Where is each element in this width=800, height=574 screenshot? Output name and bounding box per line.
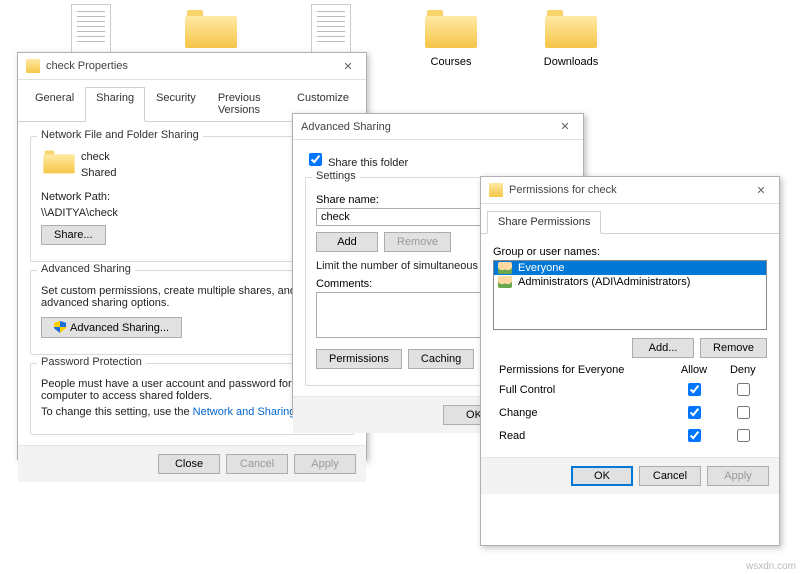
group-title: Advanced Sharing: [37, 263, 135, 275]
tab-security[interactable]: Security: [145, 87, 207, 122]
close-icon[interactable]: ✕: [338, 60, 358, 73]
folder-icon: [41, 147, 73, 179]
list-item[interactable]: Everyone: [494, 261, 766, 275]
remove-button[interactable]: Remove: [700, 338, 767, 358]
allow-read[interactable]: [688, 429, 701, 442]
shield-icon: [54, 321, 66, 333]
watermark: wsxdn.com: [746, 561, 796, 572]
remove-button[interactable]: Remove: [384, 232, 451, 252]
permissions-window: Permissions for check ✕ Share Permission…: [480, 176, 780, 546]
folder-name: check: [81, 151, 116, 163]
tab-share-permissions[interactable]: Share Permissions: [487, 211, 601, 234]
permissions-button[interactable]: Permissions: [316, 349, 402, 369]
share-button[interactable]: Share...: [41, 225, 106, 245]
window-title: Advanced Sharing: [301, 121, 555, 133]
icon-label: Downloads: [534, 56, 608, 68]
apply-button[interactable]: Apply: [707, 466, 769, 486]
dialog-buttons: OK Cancel Apply: [481, 457, 779, 494]
table-row: Change: [493, 401, 767, 424]
advanced-sharing-button[interactable]: Advanced Sharing...: [41, 317, 182, 338]
deny-read[interactable]: [737, 429, 750, 442]
titlebar[interactable]: check Properties ✕: [18, 53, 366, 80]
close-icon[interactable]: ✕: [751, 184, 771, 197]
deny-header: Deny: [719, 362, 767, 378]
group-title: Password Protection: [37, 356, 146, 368]
share-folder-checkbox[interactable]: Share this folder: [305, 157, 408, 169]
group-names-label: Group or user names:: [493, 246, 767, 258]
group-title: Network File and Folder Sharing: [37, 129, 203, 141]
allow-change[interactable]: [688, 406, 701, 419]
permissions-table: Permissions for EveryoneAllowDeny Full C…: [493, 362, 767, 447]
dialog-buttons: Close Cancel Apply: [18, 445, 366, 482]
add-button[interactable]: Add...: [632, 338, 694, 358]
icon-label: Courses: [414, 56, 488, 68]
folder-icon: [26, 59, 40, 73]
tab-general[interactable]: General: [24, 87, 85, 122]
titlebar[interactable]: Permissions for check ✕: [481, 177, 779, 204]
allow-full-control[interactable]: [688, 383, 701, 396]
window-title: check Properties: [46, 60, 338, 72]
folder-status: Shared: [81, 167, 116, 179]
close-icon[interactable]: ✕: [555, 120, 575, 133]
ok-button[interactable]: OK: [571, 466, 633, 486]
table-row: Full Control: [493, 378, 767, 401]
folder-icon: [421, 4, 481, 52]
close-button[interactable]: Close: [158, 454, 220, 474]
users-icon: [498, 276, 512, 288]
window-title: Permissions for check: [509, 184, 751, 196]
apply-button[interactable]: Apply: [294, 454, 356, 474]
tab-previous-versions[interactable]: Previous Versions: [207, 87, 286, 122]
folder-icon: [181, 4, 241, 52]
titlebar[interactable]: Advanced Sharing ✕: [293, 114, 583, 140]
folder-icon: [489, 183, 503, 197]
desktop-item[interactable]: Courses: [414, 4, 488, 68]
permissions-panel: Group or user names: Everyone Administra…: [481, 234, 779, 457]
document-icon: [71, 4, 111, 54]
caching-button[interactable]: Caching: [408, 349, 474, 369]
table-row: Read: [493, 424, 767, 447]
tab-strip: Share Permissions: [481, 204, 779, 234]
user-list[interactable]: Everyone Administrators (ADI\Administrat…: [493, 260, 767, 330]
group-title: Settings: [312, 170, 360, 182]
folder-icon: [541, 4, 601, 52]
allow-header: Allow: [669, 362, 718, 378]
users-icon: [498, 262, 512, 274]
add-button[interactable]: Add: [316, 232, 378, 252]
list-item[interactable]: Administrators (ADI\Administrators): [494, 275, 766, 289]
deny-full-control[interactable]: [737, 383, 750, 396]
tab-sharing[interactable]: Sharing: [85, 87, 145, 122]
desktop-item[interactable]: Downloads: [534, 4, 608, 68]
permissions-for-label: Permissions for Everyone: [493, 362, 669, 378]
cancel-button[interactable]: Cancel: [226, 454, 288, 474]
document-icon: [311, 4, 351, 54]
deny-change[interactable]: [737, 406, 750, 419]
cancel-button[interactable]: Cancel: [639, 466, 701, 486]
